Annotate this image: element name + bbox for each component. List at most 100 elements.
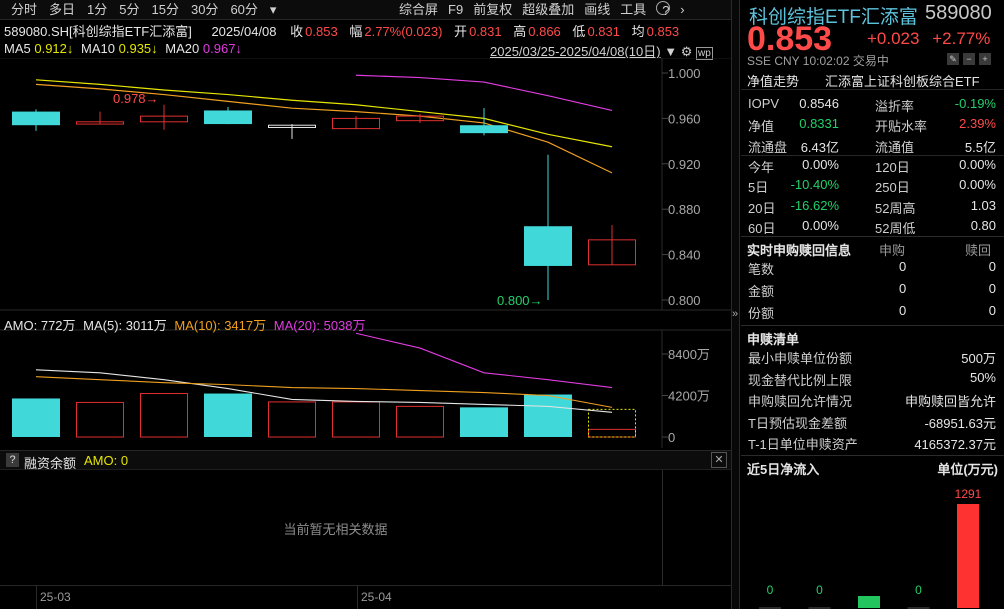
avg-value: 0.853 — [647, 24, 680, 39]
x-axis-tick — [36, 585, 37, 609]
minus-icon[interactable]: − — [963, 53, 975, 65]
nav-tabs: 净值走势 汇添富上证科创板综合ETF — [741, 68, 1004, 90]
f9-button[interactable]: F9 — [443, 1, 468, 20]
composite-screen-button[interactable]: 综合屏 — [394, 1, 443, 20]
forward-adjust-button[interactable]: 前复权 — [468, 1, 517, 20]
stat-value: 0.00% — [802, 157, 839, 172]
stats-row: 流通盘6.43亿流通值5.5亿 — [741, 137, 1004, 157]
stat-value: -0.19% — [955, 96, 996, 111]
tab-fund-fullname[interactable]: 汇添富上证科创板综合ETF — [825, 71, 980, 90]
volume-bar — [524, 395, 572, 437]
symbol-label: 589080.SH[科创综指ETF汇添富] — [4, 24, 192, 39]
redeem-label: T-1日单位申赎资产 — [748, 434, 858, 453]
tools-button[interactable]: 工具 — [615, 1, 651, 20]
high-label: 高 — [513, 24, 526, 39]
net-inflow-section: 近5日净流入 单位(万元) — [741, 455, 1004, 477]
volume-bar — [460, 407, 508, 437]
ma-legend: MA5 0.912↓ MA10 0.935↓ MA20 0.967↓ — [4, 41, 242, 56]
tab-multi-day[interactable]: 多日 — [44, 1, 82, 19]
panel-divider[interactable]: » — [731, 0, 740, 609]
volume-bar — [12, 398, 60, 437]
price-axis: 1.0000.9600.9200.8800.8400.800 — [662, 66, 701, 308]
top-tools: 综合屏 F9 前复权 超级叠加 画线 工具 ? › — [394, 1, 690, 20]
date-range-label: 2025/03/25-2025/04/08(10日) — [490, 44, 661, 59]
stat-label: 开贴水率 — [875, 116, 927, 135]
plus-icon[interactable]: + — [979, 53, 991, 65]
ma10-label: MA10 — [81, 41, 115, 56]
subscribe-value: 0 — [899, 303, 906, 318]
close-icon[interactable]: ✕ — [711, 452, 727, 468]
stat-label: 净值 — [748, 116, 774, 135]
realtime-section: 实时申购赎回信息 申购 赎回 — [741, 236, 1004, 258]
redeem-row: 申购赎回允许情况申购赎回皆允许 — [741, 391, 1004, 411]
low-label: 低 — [572, 24, 585, 39]
realtime-label: 份额 — [748, 303, 774, 322]
realtime-title: 实时申购赎回信息 — [747, 240, 851, 259]
stat-value: 6.43亿 — [801, 137, 839, 156]
redeem-value: 0 — [989, 281, 996, 296]
close-label: 收 — [290, 24, 303, 39]
stat-value: 0.00% — [802, 218, 839, 233]
redeem-list-section: 申赎清单 — [741, 325, 1004, 347]
change-value: 2.77%(0.023) — [364, 24, 442, 39]
stat-label: 60日 — [748, 218, 775, 237]
amo-label: AMO: 772万 — [4, 318, 76, 333]
high-value: 0.866 — [528, 24, 561, 39]
close-value: 0.853 — [305, 24, 338, 39]
tab-15min[interactable]: 15分 — [147, 1, 186, 19]
x-axis-label-march: 25-03 — [40, 590, 71, 604]
tab-nav-trend[interactable]: 净值走势 — [747, 71, 799, 90]
stats-row: 今年0.00%120日0.00% — [741, 157, 1004, 177]
volume-bar — [589, 429, 636, 437]
candle-body — [12, 112, 60, 126]
redeem-row: 现金替代比例上限50% — [741, 370, 1004, 390]
ma20-value: 0.967↓ — [203, 41, 242, 56]
redeem-label: 最小申赎单位份额 — [748, 348, 852, 367]
stat-label: 今年 — [748, 157, 774, 176]
settings-gear-icon[interactable]: ⚙ — [681, 44, 693, 59]
price-change: +0.023 +2.77% — [867, 29, 990, 49]
volume-ma20-line — [356, 333, 612, 387]
volume-tick-label: 8400万 — [668, 347, 710, 362]
price-panel-grid — [0, 58, 731, 448]
margin-balance-header: ? 融资余额 AMO: 0 ✕ — [0, 450, 731, 470]
draw-line-button[interactable]: 画线 — [579, 1, 615, 20]
market-status: SSE CNY 10:02:02 交易中 — [747, 52, 889, 69]
edit-icon[interactable]: ✎ — [947, 53, 959, 65]
open-label: 开 — [454, 24, 467, 39]
fund-code: 589080 — [925, 2, 992, 25]
chart-toolbar: 分时 多日 1分 5分 15分 30分 60分 ▾ 综合屏 F9 前复权 超级叠… — [0, 0, 731, 20]
tab-30min[interactable]: 30分 — [186, 1, 225, 19]
price-tick-label: 0.920 — [668, 157, 701, 172]
redeem-value: 0 — [989, 259, 996, 274]
next-arrow-icon[interactable]: › — [675, 1, 689, 20]
help-icon[interactable]: ? — [651, 1, 675, 20]
period-more-dropdown[interactable]: ▾ — [265, 1, 284, 19]
stat-value: 1.03 — [971, 198, 996, 213]
net-inflow-title: 近5日净流入 — [747, 459, 819, 478]
redeem-label: 申购赎回允许情况 — [748, 391, 852, 410]
dropdown-triangle-icon: ▼ — [664, 44, 677, 59]
stat-value: 0.8331 — [799, 116, 839, 131]
redeem-value: 500万 — [961, 348, 996, 367]
price-tick-label: 0.880 — [668, 202, 701, 217]
empty-data-message: 当前暂无相关数据 — [0, 519, 671, 538]
price-tick-label: 0.840 — [668, 248, 701, 263]
collapse-arrow-icon[interactable]: » — [732, 308, 738, 320]
volume-tick-label: 4200万 — [668, 389, 710, 404]
low-mark-label: 0.800→ — [497, 293, 543, 308]
tab-5min[interactable]: 5分 — [114, 1, 146, 19]
net-inflow-chart: 0001291 — [741, 478, 1004, 609]
tab-intraday[interactable]: 分时 — [6, 1, 44, 19]
inflow-value-label: 0 — [767, 583, 774, 597]
tab-60min[interactable]: 60分 — [225, 1, 264, 19]
super-overlay-button[interactable]: 超级叠加 — [517, 1, 579, 20]
volume-bar — [333, 402, 380, 437]
tab-1min[interactable]: 1分 — [82, 1, 114, 19]
kline-chart[interactable]: 1.0000.9600.9200.8800.8400.800 0.978→0.8… — [0, 58, 731, 448]
volume-bar — [269, 402, 316, 437]
redeem-value: 4165372.37元 — [914, 434, 996, 453]
volume-axis: 8400万4200万0 — [662, 347, 710, 445]
subscribe-value: 0 — [899, 281, 906, 296]
help-icon[interactable]: ? — [6, 453, 19, 467]
